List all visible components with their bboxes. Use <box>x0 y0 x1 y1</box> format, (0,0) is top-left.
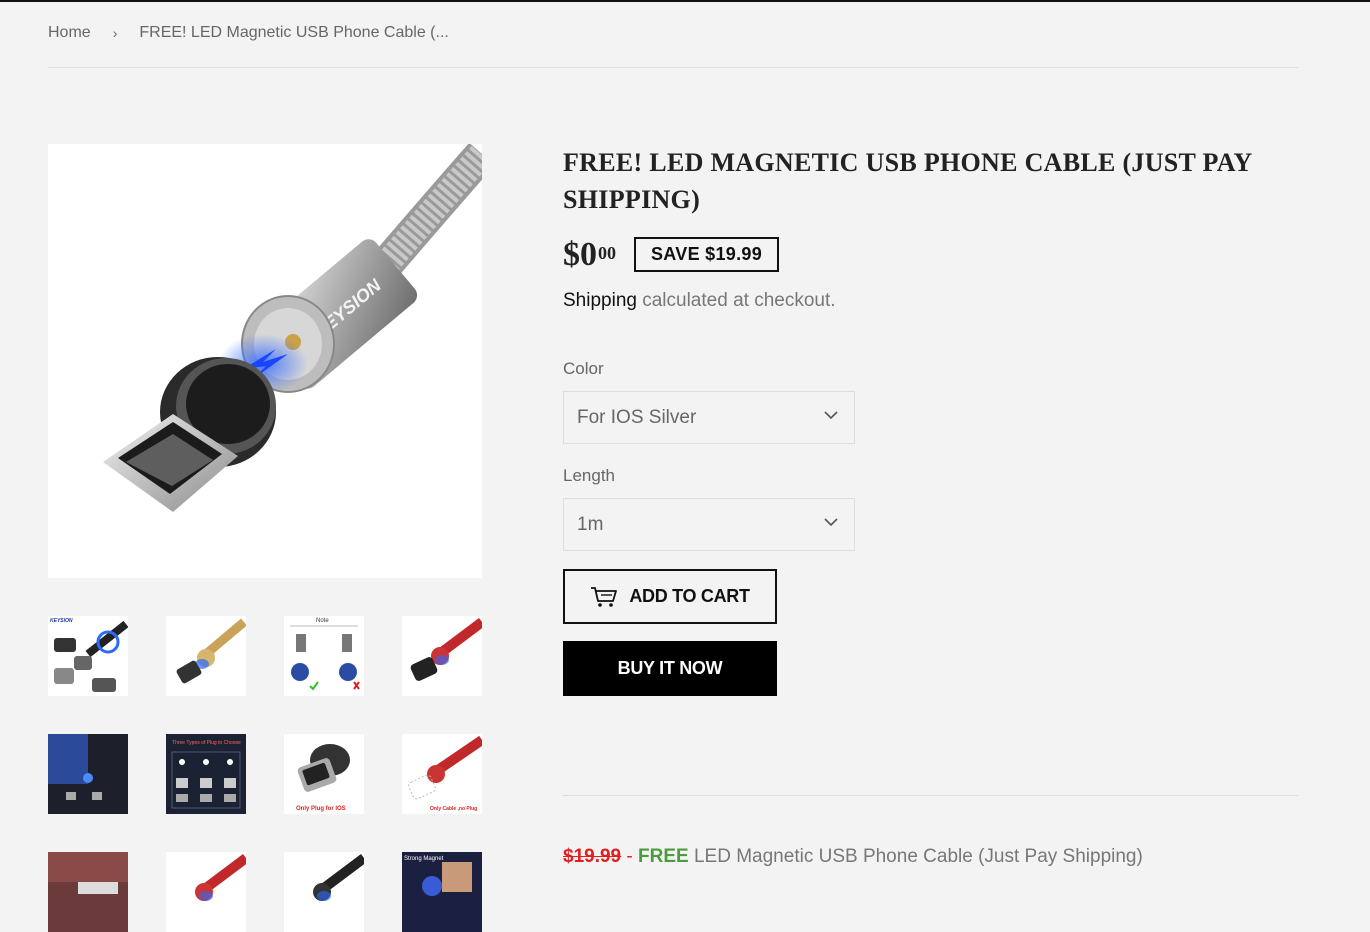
thumbnail-6[interactable]: Three Types of Plug to Choose <box>166 734 246 814</box>
price-cents: 00 <box>598 243 616 263</box>
thumbnail-3[interactable]: Note <box>284 616 364 696</box>
thumbnail-12-caption: Strong Magnet <box>404 856 444 862</box>
price-row: $000 SAVE $19.99 <box>563 236 780 274</box>
chevron-down-icon <box>824 518 838 527</box>
breadcrumb: Home › FREE! LED Magnetic USB Phone Cabl… <box>48 24 449 42</box>
shipping-link[interactable]: Shipping <box>563 290 637 311</box>
thumbnail-9[interactable] <box>48 852 128 932</box>
add-to-cart-button[interactable]: ADD TO CART <box>563 569 777 624</box>
free-label: FREE <box>638 846 689 867</box>
description-text: LED Magnetic USB Phone Cable (Just Pay S… <box>688 846 1143 867</box>
thumbnail-1-brand: KEYSION <box>50 618 73 624</box>
breadcrumb-home-link[interactable]: Home <box>48 24 91 42</box>
add-to-cart-label: ADD TO CART <box>629 586 750 606</box>
thumbnail-3-title: Note <box>316 618 329 624</box>
shipping-text: calculated at checkout. <box>636 290 836 311</box>
breadcrumb-divider <box>48 67 1298 68</box>
thumbnail-1[interactable]: KEYSION <box>48 616 128 696</box>
shipping-note: Shipping calculated at checkout. <box>563 290 836 312</box>
thumbnail-10[interactable] <box>166 852 246 932</box>
length-select-value: 1m <box>577 513 604 535</box>
color-select[interactable]: For IOS Silver <box>563 391 855 444</box>
thumbnail-6-title: Three Types of Plug to Choose <box>172 740 241 746</box>
thumbnail-2[interactable] <box>166 616 246 696</box>
color-select-value: For IOS Silver <box>577 406 697 428</box>
buy-now-button[interactable]: BUY IT NOW <box>563 641 777 696</box>
thumbnail-7-caption: Only Plug for IOS <box>296 806 346 812</box>
product-price: $000 <box>563 236 616 274</box>
thumbnail-8[interactable]: Only Cable ,no Plug <box>402 734 482 814</box>
description-dash: - <box>621 846 639 867</box>
thumbnail-4[interactable] <box>402 616 482 696</box>
breadcrumb-current: FREE! LED Magnetic USB Phone Cable (... <box>139 24 449 41</box>
product-title: FREE! LED MAGNETIC USB PHONE CABLE (JUST… <box>563 148 1252 214</box>
thumbnail-11[interactable] <box>284 852 364 932</box>
length-select[interactable]: 1m <box>563 498 855 551</box>
price-main: $0 <box>563 236 597 273</box>
thumbnail-7[interactable]: Only Plug for IOS <box>284 734 364 814</box>
thumbnail-8-caption: Only Cable ,no Plug <box>430 806 477 812</box>
cart-icon <box>591 586 618 607</box>
save-badge: SAVE $19.99 <box>634 237 780 272</box>
section-divider <box>563 795 1298 796</box>
main-product-image[interactable]: KEYSION <box>48 144 482 578</box>
breadcrumb-separator: › <box>112 25 118 41</box>
old-price: $19.99 <box>563 846 622 867</box>
thumbnail-12[interactable]: Strong Magnet <box>402 852 482 932</box>
product-description: $19.99 - FREE LED Magnetic USB Phone Cab… <box>563 846 1143 868</box>
length-label: Length <box>563 466 615 485</box>
chevron-down-icon <box>824 411 838 420</box>
color-label: Color <box>563 359 604 378</box>
thumbnail-5[interactable] <box>48 734 128 814</box>
